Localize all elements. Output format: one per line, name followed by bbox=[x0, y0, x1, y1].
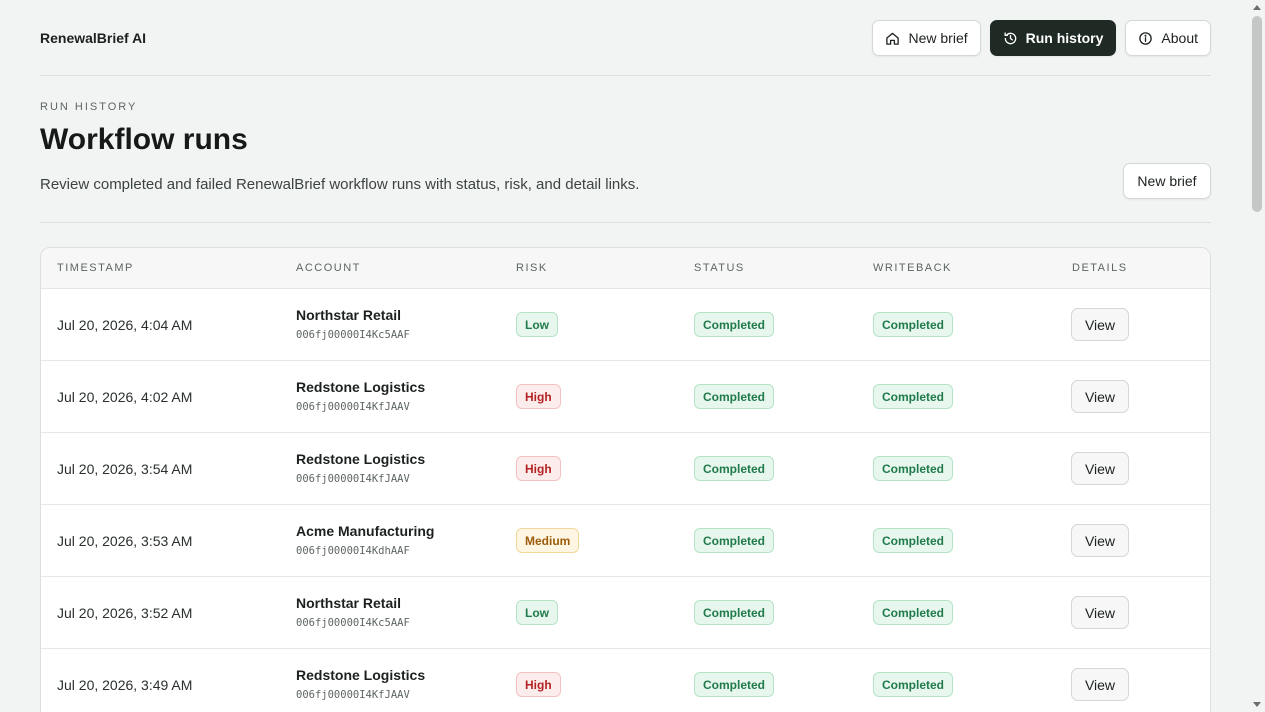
status-badge: Completed bbox=[694, 528, 775, 553]
risk-badge: Low bbox=[516, 312, 558, 337]
top-nav: New brief Run history About bbox=[872, 20, 1211, 56]
header-writeback: WRITEBACK bbox=[873, 262, 952, 274]
view-button[interactable]: View bbox=[1071, 668, 1129, 701]
new-brief-button[interactable]: New brief bbox=[1123, 163, 1211, 199]
row-account-name: Redstone Logistics bbox=[296, 379, 426, 395]
nav-run-history-label: Run history bbox=[1025, 30, 1104, 46]
header-status: STATUS bbox=[694, 262, 745, 274]
status-badge: Completed bbox=[694, 600, 775, 625]
row-account-name: Redstone Logistics bbox=[296, 667, 426, 683]
table-row: Jul 20, 2026, 3:53 AM Acme Manufacturing… bbox=[41, 505, 1210, 577]
view-button[interactable]: View bbox=[1071, 596, 1129, 629]
row-account-id: 006fj00000I4KfJAAV bbox=[296, 689, 410, 701]
view-button[interactable]: View bbox=[1071, 308, 1129, 341]
header-divider bbox=[40, 75, 1211, 76]
page-eyebrow: RUN HISTORY bbox=[40, 101, 138, 113]
header-risk: RISK bbox=[516, 262, 548, 274]
page-title: Workflow runs bbox=[40, 123, 248, 156]
risk-badge: Low bbox=[516, 600, 558, 625]
row-account-id: 006fj00000I4KdhAAF bbox=[296, 545, 410, 557]
row-account-name: Northstar Retail bbox=[296, 595, 402, 611]
app-header: RenewalBrief AI New brief Run history Ab… bbox=[40, 20, 1211, 56]
status-badge: Completed bbox=[694, 384, 775, 409]
row-account-id: 006fj00000I4KfJAAV bbox=[296, 401, 410, 413]
page-subtitle: Review completed and failed RenewalBrief… bbox=[40, 176, 640, 193]
nav-new-brief-label: New brief bbox=[908, 30, 968, 46]
table-row: Jul 20, 2026, 3:54 AM Redstone Logistics… bbox=[41, 433, 1210, 505]
row-timestamp: Jul 20, 2026, 3:53 AM bbox=[57, 533, 193, 549]
row-timestamp: Jul 20, 2026, 4:02 AM bbox=[57, 389, 193, 405]
writeback-badge: Completed bbox=[873, 528, 954, 553]
page: RenewalBrief AI New brief Run history Ab… bbox=[0, 0, 1265, 712]
view-button[interactable]: View bbox=[1071, 380, 1129, 413]
view-button[interactable]: View bbox=[1071, 452, 1129, 485]
status-badge: Completed bbox=[694, 456, 775, 481]
header-account: ACCOUNT bbox=[296, 262, 361, 274]
runs-table: TIMESTAMP ACCOUNT RISK STATUS WRITEBACK … bbox=[40, 247, 1211, 712]
scroll-down-arrow-icon[interactable] bbox=[1253, 702, 1261, 707]
row-account-name: Northstar Retail bbox=[296, 307, 402, 323]
table-row: Jul 20, 2026, 3:49 AM Redstone Logistics… bbox=[41, 649, 1210, 712]
writeback-badge: Completed bbox=[873, 312, 954, 337]
info-icon bbox=[1138, 31, 1153, 46]
table-row: Jul 20, 2026, 4:02 AM Redstone Logistics… bbox=[41, 361, 1210, 433]
header-details: DETAILS bbox=[1072, 262, 1128, 274]
row-timestamp: Jul 20, 2026, 3:54 AM bbox=[57, 461, 193, 477]
app-brand: RenewalBrief AI bbox=[40, 30, 147, 46]
writeback-badge: Completed bbox=[873, 600, 954, 625]
row-timestamp: Jul 20, 2026, 3:52 AM bbox=[57, 605, 193, 621]
row-account-name: Redstone Logistics bbox=[296, 451, 426, 467]
scroll-up-arrow-icon[interactable] bbox=[1253, 5, 1261, 10]
page-scrollbar[interactable] bbox=[1249, 0, 1265, 712]
row-timestamp: Jul 20, 2026, 3:49 AM bbox=[57, 677, 193, 693]
row-account-id: 006fj00000I4KfJAAV bbox=[296, 473, 410, 485]
table-row: Jul 20, 2026, 3:52 AM Northstar Retail 0… bbox=[41, 577, 1210, 649]
nav-new-brief-button[interactable]: New brief bbox=[872, 20, 981, 56]
history-icon bbox=[1003, 31, 1018, 46]
row-account-id: 006fj00000I4Kc5AAF bbox=[296, 329, 410, 341]
risk-badge: High bbox=[516, 384, 561, 409]
status-badge: Completed bbox=[694, 312, 775, 337]
table-row: Jul 20, 2026, 4:04 AM Northstar Retail 0… bbox=[41, 289, 1210, 361]
risk-badge: Medium bbox=[516, 528, 580, 553]
row-account-name: Acme Manufacturing bbox=[296, 523, 435, 539]
nav-about-label: About bbox=[1161, 30, 1198, 46]
row-account-id: 006fj00000I4Kc5AAF bbox=[296, 617, 410, 629]
risk-badge: High bbox=[516, 456, 561, 481]
scrollbar-thumb[interactable] bbox=[1252, 16, 1262, 212]
table-header: TIMESTAMP ACCOUNT RISK STATUS WRITEBACK … bbox=[41, 248, 1210, 289]
writeback-badge: Completed bbox=[873, 456, 954, 481]
row-timestamp: Jul 20, 2026, 4:04 AM bbox=[57, 317, 193, 333]
risk-badge: High bbox=[516, 672, 561, 697]
nav-about-button[interactable]: About bbox=[1125, 20, 1211, 56]
writeback-badge: Completed bbox=[873, 672, 954, 697]
nav-run-history-button[interactable]: Run history bbox=[989, 20, 1117, 56]
section-divider bbox=[40, 222, 1211, 223]
view-button[interactable]: View bbox=[1071, 524, 1129, 557]
header-timestamp: TIMESTAMP bbox=[57, 262, 134, 274]
home-icon bbox=[885, 31, 900, 46]
status-badge: Completed bbox=[694, 672, 775, 697]
writeback-badge: Completed bbox=[873, 384, 954, 409]
